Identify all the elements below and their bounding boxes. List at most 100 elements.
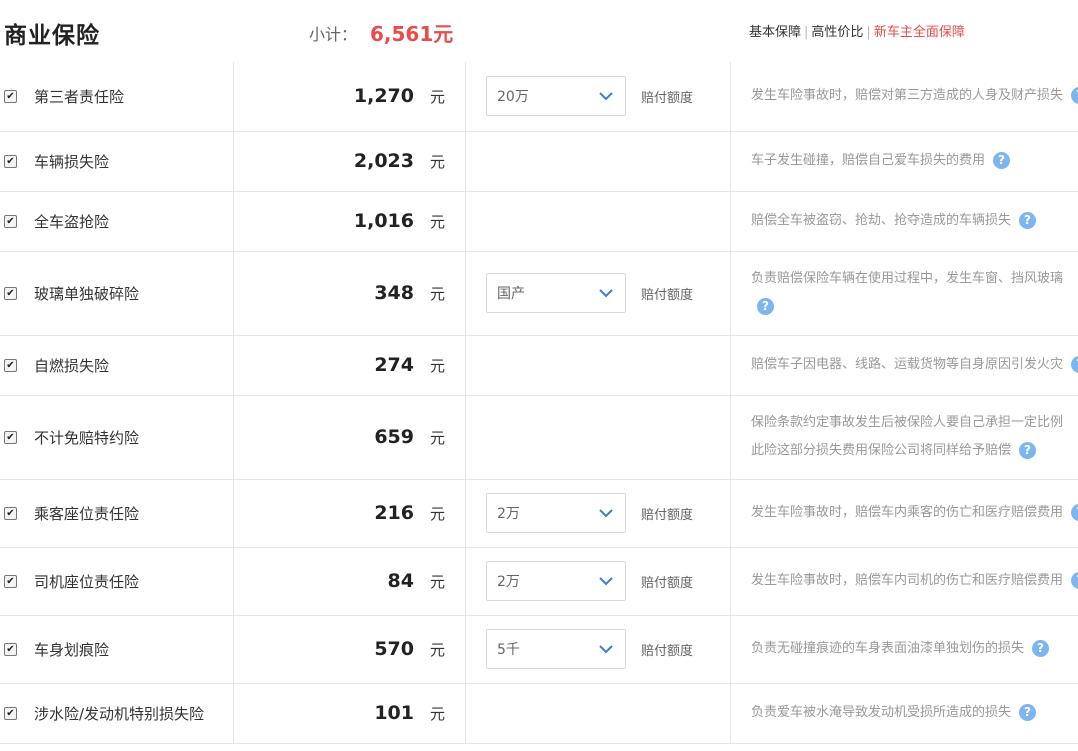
insurance-price: 84 xyxy=(387,570,414,592)
insurance-checkbox[interactable]: ✔ xyxy=(4,89,17,103)
coverage-select[interactable]: 2万 xyxy=(486,561,626,601)
description-text: 发生车险事故时，赔偿对第三方造成的人身及财产损失 xyxy=(751,88,1064,104)
description: 车子发生碰撞，赔偿自己爱车损失的费用? xyxy=(731,147,1078,175)
chevron-down-icon xyxy=(599,644,613,653)
help-icon[interactable]: ? xyxy=(1071,356,1078,373)
insurance-row: ✔ 车身划痕险 570 元 5千 赔付额度 负责无碰撞痕迹的车身表面油漆单独划伤… xyxy=(0,615,1078,684)
insurance-row: ✔ 乘客座位责任险 216 元 2万 赔付额度 发生车险事故时，赔偿车内乘客的伤… xyxy=(0,479,1078,548)
insurance-checkbox[interactable]: ✔ xyxy=(4,154,17,168)
section-title: 商业保险 xyxy=(4,23,100,49)
subtotal-value: 6,561元 xyxy=(370,22,454,46)
insurance-name-cell: ✔ 玻璃单独破碎险 xyxy=(0,251,234,336)
coverage-select[interactable]: 国产 xyxy=(486,273,626,313)
insurance-name-cell: ✔ 不计免赔特约险 xyxy=(0,395,234,480)
coverage-label: 赔付额度 xyxy=(641,287,694,303)
description-cell: 负责无碰撞痕迹的车身表面油漆单独划伤的损失? xyxy=(730,615,1078,684)
insurance-price: 274 xyxy=(374,354,414,376)
insurance-checkbox[interactable]: ✔ xyxy=(4,286,17,300)
price-cell: 2,023 元 xyxy=(233,131,466,192)
description-cell: 发生车险事故时，赔偿车内乘客的伤亡和医疗赔偿费用? xyxy=(730,479,1078,548)
help-icon[interactable]: ? xyxy=(1032,640,1050,657)
insurance-checkbox[interactable]: ✔ xyxy=(4,430,17,444)
insurance-price: 659 xyxy=(374,426,414,448)
coverage-select-value: 5千 xyxy=(497,642,520,658)
price-unit: 元 xyxy=(430,572,446,591)
insurance-checkbox[interactable]: ✔ xyxy=(4,706,17,720)
description-text: 保险条款约定事故发生后被保险人要自己承担一定比例 xyxy=(751,415,1064,430)
insurance-name: 玻璃单独破碎险 xyxy=(34,284,140,303)
option-cell: 2万 赔付额度 xyxy=(465,547,731,616)
insurance-row: ✔ 车辆损失险 2,023 元 车子发生碰撞，赔偿自己爱车损失的费用? xyxy=(0,131,1078,192)
description: 负责无碰撞痕迹的车身表面油漆单独划伤的损失? xyxy=(731,635,1078,663)
description-cell: 保险条款约定事故发生后被保险人要自己承担一定比例 此险这部分损失费用保险公司将同样… xyxy=(730,395,1078,480)
help-icon[interactable]: ? xyxy=(1071,504,1078,521)
insurance-price: 2,023 xyxy=(353,150,414,172)
help-icon[interactable]: ? xyxy=(1019,442,1037,459)
description-cell: 车子发生碰撞，赔偿自己爱车损失的费用? xyxy=(730,131,1078,192)
price-cell: 274 元 xyxy=(233,335,466,396)
description: 负责赔偿保险车辆在使用过程中，发生车窗、挡风玻璃? xyxy=(731,265,1078,321)
insurance-row: ✔ 涉水险/发动机特别损失险 101 元 负责爱车被水淹导致发动机受损所造成的损… xyxy=(0,683,1078,744)
insurance-checkbox[interactable]: ✔ xyxy=(4,214,17,228)
price-unit: 元 xyxy=(430,212,446,231)
help-icon[interactable]: ? xyxy=(1071,87,1078,105)
insurance-name: 乘客座位责任险 xyxy=(34,504,140,523)
plan-value-link[interactable]: 高性价比 xyxy=(811,25,863,40)
insurance-row: ✔ 玻璃单独破碎险 348 元 国产 赔付额度 负责赔偿保险车辆在使用过程中，发… xyxy=(0,251,1078,336)
plan-basic-link[interactable]: 基本保障 xyxy=(749,25,801,40)
description-cell: 赔偿全车被盗窃、抢劫、抢夺造成的车辆损失? xyxy=(730,191,1078,252)
help-icon[interactable]: ? xyxy=(1019,212,1037,229)
divider: | xyxy=(804,25,809,40)
price-cell: 1,270 元 xyxy=(233,62,466,132)
insurance-name-cell: ✔ 涉水险/发动机特别损失险 xyxy=(0,683,234,744)
insurance-name-cell: ✔ 全车盗抢险 xyxy=(0,191,234,252)
insurance-name-cell: ✔ 自燃损失险 xyxy=(0,335,234,396)
plan-full-link[interactable]: 新车主全面保障 xyxy=(874,25,965,40)
help-icon[interactable]: ? xyxy=(1071,572,1078,589)
insurance-checkbox[interactable]: ✔ xyxy=(4,506,17,520)
coverage-select-value: 20万 xyxy=(497,89,529,106)
subtotal-label: 小计： xyxy=(309,25,358,44)
coverage-select-value: 2万 xyxy=(497,574,520,590)
chevron-down-icon xyxy=(599,576,613,585)
insurance-checkbox[interactable]: ✔ xyxy=(4,358,17,372)
price-cell: 348 元 xyxy=(233,251,466,336)
coverage-select[interactable]: 2万 xyxy=(486,493,626,533)
coverage-label: 赔付额度 xyxy=(641,643,694,659)
option-cell xyxy=(465,191,731,252)
price-cell: 1,016 元 xyxy=(233,191,466,252)
price-unit: 元 xyxy=(430,284,446,303)
option-cell: 20万 赔付额度 xyxy=(465,62,731,132)
insurance-table: ✔ 第三者责任险 1,270 元 20万 赔付额度 发生车险事故时，赔偿对第三方… xyxy=(0,62,1078,744)
help-icon[interactable]: ? xyxy=(993,152,1011,169)
insurance-name: 车身划痕险 xyxy=(34,640,110,659)
insurance-name: 车辆损失险 xyxy=(34,152,110,171)
coverage-select[interactable]: 5千 xyxy=(486,629,626,669)
insurance-price: 1,270 xyxy=(353,85,414,108)
description-cell: 发生车险事故时，赔偿车内司机的伤亡和医疗赔偿费用? xyxy=(730,547,1078,616)
insurance-checkbox[interactable]: ✔ xyxy=(4,642,17,656)
price-unit: 元 xyxy=(430,640,446,659)
help-icon[interactable]: ? xyxy=(757,298,774,315)
price-cell: 659 元 xyxy=(233,395,466,480)
price-unit: 元 xyxy=(430,87,446,106)
insurance-row: ✔ 全车盗抢险 1,016 元 赔偿全车被盗窃、抢劫、抢夺造成的车辆损失? xyxy=(0,191,1078,252)
option-cell: 国产 赔付额度 xyxy=(465,251,731,336)
description: 赔偿全车被盗窃、抢劫、抢夺造成的车辆损失? xyxy=(731,207,1078,235)
insurance-price: 1,016 xyxy=(353,210,414,232)
divider: | xyxy=(866,25,871,40)
description-cell: 发生车险事故时，赔偿对第三方造成的人身及财产损失? xyxy=(730,62,1078,132)
coverage-select[interactable]: 20万 xyxy=(486,76,626,117)
description-text: 赔偿全车被盗窃、抢劫、抢夺造成的车辆损失 xyxy=(751,213,1012,228)
insurance-checkbox[interactable]: ✔ xyxy=(4,574,17,588)
description-text: 负责无碰撞痕迹的车身表面油漆单独划伤的损失 xyxy=(751,641,1025,656)
option-cell: 2万 赔付额度 xyxy=(465,479,731,548)
insurance-row: ✔ 不计免赔特约险 659 元 保险条款约定事故发生后被保险人要自己承担一定比例… xyxy=(0,395,1078,480)
coverage-label: 赔付额度 xyxy=(641,507,694,523)
insurance-row: ✔ 司机座位责任险 84 元 2万 赔付额度 发生车险事故时，赔偿车内司机的伤亡… xyxy=(0,547,1078,616)
price-cell: 84 元 xyxy=(233,547,466,616)
description: 发生车险事故时，赔偿车内司机的伤亡和医疗赔偿费用? xyxy=(731,567,1078,595)
help-icon[interactable]: ? xyxy=(1019,704,1037,721)
coverage-label: 赔付额度 xyxy=(641,90,694,106)
insurance-name: 自燃损失险 xyxy=(34,356,110,375)
